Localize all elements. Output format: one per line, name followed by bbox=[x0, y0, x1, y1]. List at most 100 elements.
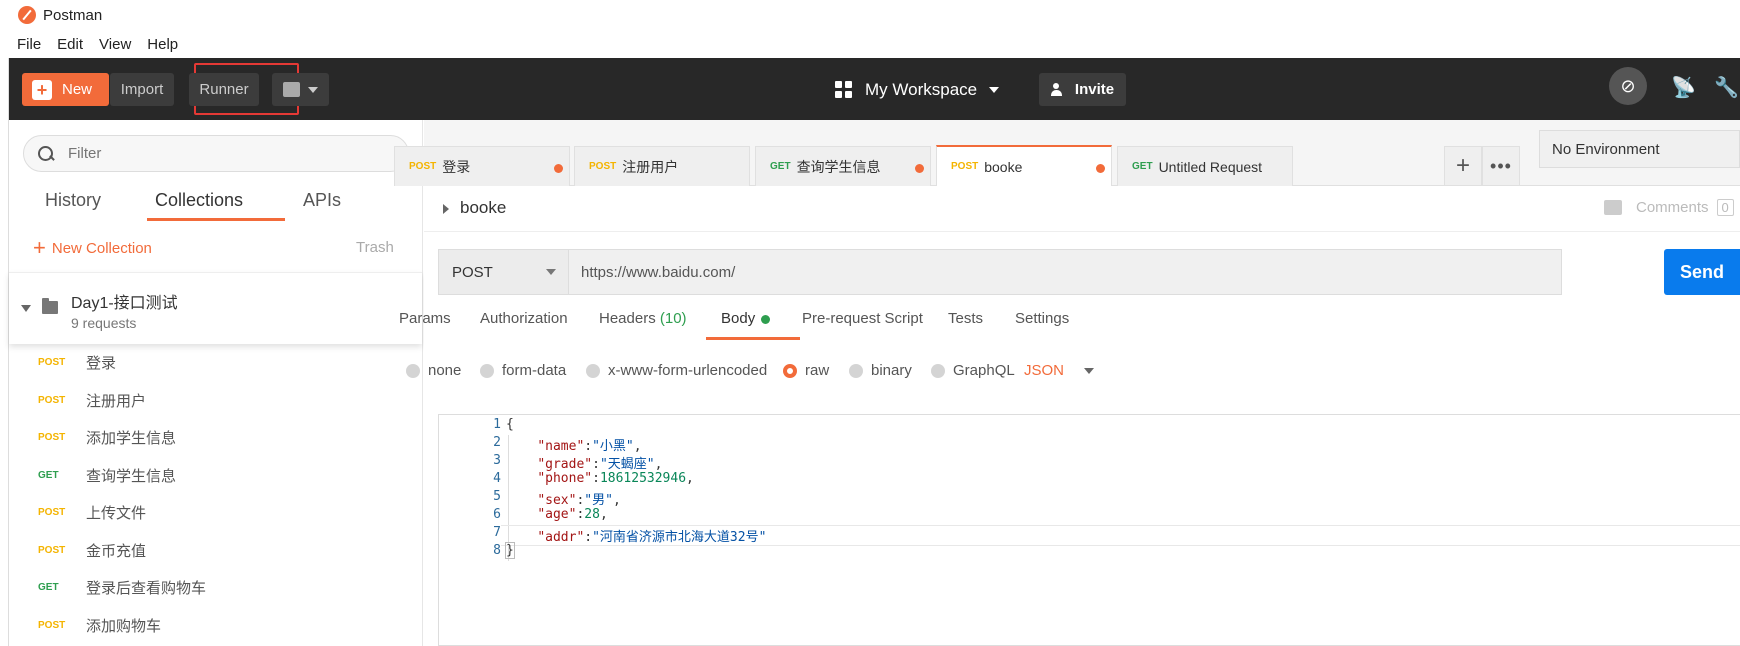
send-button[interactable]: Send bbox=[1664, 249, 1740, 295]
request-method-badge: GET bbox=[38, 469, 59, 481]
request-tab[interactable]: POST 注册用户 bbox=[574, 146, 750, 186]
window-title: Postman bbox=[43, 6, 103, 24]
tab-authorization[interactable]: Authorization bbox=[480, 310, 568, 327]
import-button[interactable]: Import bbox=[110, 73, 174, 106]
active-section-indicator bbox=[706, 337, 800, 340]
body-option-raw[interactable]: raw bbox=[783, 362, 829, 379]
expand-triangle-icon[interactable] bbox=[443, 204, 449, 214]
sync-off-icon[interactable]: ⊘ bbox=[1609, 67, 1647, 105]
comments-count: 0 bbox=[1716, 199, 1734, 216]
wrench-icon[interactable]: 🔧 bbox=[1714, 75, 1739, 99]
menu-edit[interactable]: Edit bbox=[57, 36, 83, 53]
sidebar-request-item[interactable]: POST 添加购物车 bbox=[9, 607, 422, 645]
tab-headers[interactable]: Headers (10) bbox=[599, 310, 687, 327]
body-status-dot bbox=[761, 314, 771, 324]
environment-label: No Environment bbox=[1552, 140, 1660, 158]
tab-method-badge: GET bbox=[770, 161, 791, 172]
request-tabs-bar: GET Untitled Request POST booke GET 查询学生信息 POS… bbox=[394, 120, 1740, 186]
runner-button[interactable]: Runner bbox=[189, 73, 259, 106]
satellite-icon[interactable]: 📡 bbox=[1671, 75, 1696, 99]
body-format-select[interactable]: JSON bbox=[1024, 362, 1095, 379]
method-select[interactable]: POST bbox=[439, 250, 569, 294]
option-label: form-data bbox=[502, 362, 567, 379]
folder-icon bbox=[42, 298, 58, 314]
request-tab[interactable]: GET Untitled Request bbox=[1117, 146, 1293, 186]
tab-apis[interactable]: APIs bbox=[303, 190, 341, 211]
tab-params[interactable]: Params bbox=[399, 310, 451, 327]
sidebar-request-item[interactable]: POST 上传文件 bbox=[9, 494, 422, 532]
sidebar-request-item[interactable]: POST 金币充值 bbox=[9, 532, 422, 570]
request-title[interactable]: booke bbox=[460, 198, 506, 218]
tab-settings[interactable]: Settings bbox=[1015, 310, 1069, 327]
tab-method-badge: GET bbox=[1132, 161, 1153, 172]
menu-help[interactable]: Help bbox=[147, 36, 178, 53]
window-left-edge bbox=[0, 58, 9, 646]
code-line: } bbox=[505, 542, 515, 559]
environment-select[interactable]: No Environment bbox=[1539, 130, 1740, 168]
sidebar-request-item[interactable]: GET 登录后查看购物车 bbox=[9, 569, 422, 607]
tab-collections[interactable]: Collections bbox=[155, 190, 243, 211]
workspace-grid-icon bbox=[835, 80, 853, 99]
new-collection-button[interactable]: + New Collection bbox=[33, 237, 152, 259]
request-tab[interactable]: POST booke bbox=[936, 145, 1112, 186]
option-label: binary bbox=[871, 362, 912, 379]
tab-request-name: 登录 bbox=[442, 158, 471, 175]
sidebar-request-item[interactable]: GET 查询学生信息 bbox=[9, 457, 422, 495]
body-option-graphql[interactable]: GraphQL bbox=[931, 362, 1015, 379]
plus-icon: + bbox=[33, 235, 46, 260]
request-title-row: booke Comments 0 bbox=[424, 186, 1740, 232]
tab-method-badge: POST bbox=[951, 161, 979, 172]
new-window-button[interactable] bbox=[272, 73, 329, 106]
collapse-triangle-icon[interactable] bbox=[21, 305, 31, 312]
invite-button[interactable]: Invite bbox=[1039, 73, 1126, 106]
invite-button-label: Invite bbox=[1074, 81, 1115, 98]
json-value: 18612532946 bbox=[599, 471, 687, 486]
sidebar-request-item[interactable]: POST 注册用户 bbox=[9, 382, 422, 420]
request-method-badge: POST bbox=[38, 432, 66, 444]
collection-item[interactable]: Day1-接口测试 9 requests bbox=[9, 272, 422, 344]
filter-box[interactable] bbox=[23, 135, 409, 172]
request-name: 查询学生信息 bbox=[86, 467, 177, 485]
tab-pre-request-script[interactable]: Pre-request Script bbox=[802, 310, 923, 327]
body-code-editor[interactable]: 1 2 3 4 5 6 7 8 { "name":"小黑", "grade":"天蝎座", "… bbox=[438, 414, 1740, 646]
comments-button[interactable]: Comments 0 bbox=[1604, 199, 1734, 216]
line-number: 5 bbox=[493, 489, 501, 504]
menu-file[interactable]: File bbox=[17, 36, 41, 53]
line-number: 6 bbox=[493, 507, 501, 522]
radio-icon bbox=[849, 363, 863, 378]
request-tab[interactable]: GET 查询学生信息 bbox=[755, 146, 931, 186]
body-option-form-data[interactable]: form-data bbox=[480, 362, 566, 379]
json-value: "男" bbox=[584, 493, 613, 508]
tab-request-name: 注册用户 bbox=[622, 158, 679, 175]
more-tabs-button[interactable]: ••• bbox=[1482, 146, 1520, 186]
chevron-down-icon bbox=[308, 86, 318, 93]
comment-icon bbox=[1604, 200, 1622, 215]
body-option-none[interactable]: none bbox=[406, 362, 461, 379]
menu-view[interactable]: View bbox=[99, 36, 131, 53]
sidebar-request-item[interactable]: POST 添加学生信息 bbox=[9, 419, 422, 457]
title-bar: Postman bbox=[0, 0, 1740, 30]
request-name: 登录后查看购物车 bbox=[86, 580, 207, 598]
line-number: 4 bbox=[493, 471, 501, 486]
new-button[interactable]: + New bbox=[22, 73, 109, 106]
import-button-label: Import bbox=[120, 81, 164, 98]
body-option-urlencoded[interactable]: x-www-form-urlencoded bbox=[586, 362, 767, 379]
request-tab[interactable]: POST 登录 bbox=[394, 146, 570, 186]
tab-method-badge: POST bbox=[589, 161, 617, 172]
body-option-binary[interactable]: binary bbox=[849, 362, 912, 379]
workspace-switcher[interactable]: My Workspace bbox=[835, 73, 1000, 106]
open-brace: { bbox=[506, 417, 514, 432]
sidebar-request-item[interactable]: POST 登录 bbox=[9, 344, 422, 382]
trash-link[interactable]: Trash bbox=[356, 239, 394, 256]
tab-body[interactable]: Body bbox=[721, 310, 771, 327]
tab-request-name: 查询学生信息 bbox=[796, 158, 881, 175]
json-key: "grade" bbox=[537, 457, 593, 472]
tab-history[interactable]: History bbox=[45, 190, 101, 211]
new-tab-button[interactable]: + bbox=[1444, 146, 1482, 186]
radio-selected-icon bbox=[783, 363, 797, 378]
url-input[interactable]: https://www.baidu.com/ bbox=[570, 250, 1560, 294]
code-line: "sex":"男", bbox=[537, 493, 621, 508]
filter-input[interactable] bbox=[68, 145, 368, 162]
tab-tests[interactable]: Tests bbox=[948, 310, 983, 327]
new-collection-label: New Collection bbox=[51, 239, 152, 257]
